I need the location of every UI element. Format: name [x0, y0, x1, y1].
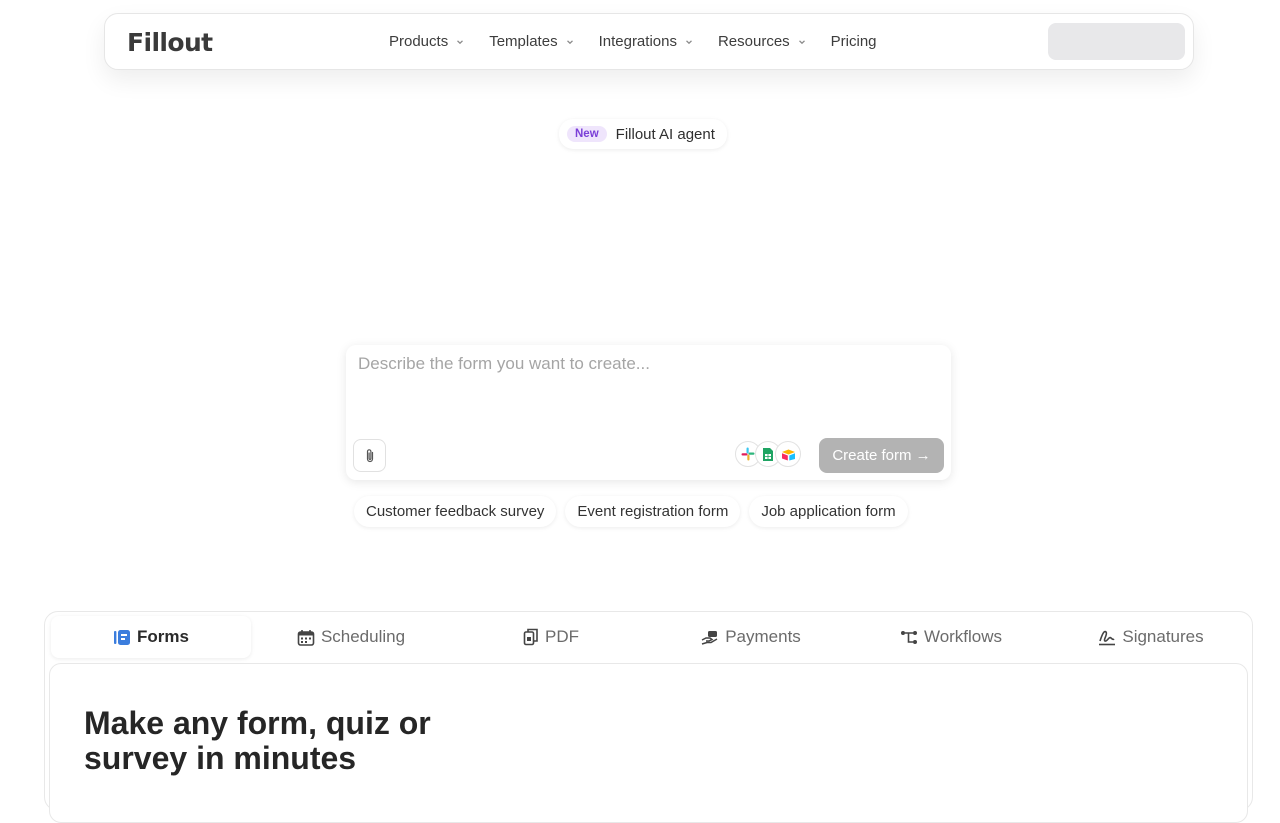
ai-prompt-box: Create form → [346, 345, 951, 480]
suggestion-chip[interactable]: Event registration form [565, 496, 741, 527]
nav-menu: Products Templates Integrations Resource… [389, 33, 901, 50]
attach-file-button[interactable] [353, 439, 386, 472]
tab-forms[interactable]: Forms [51, 616, 251, 658]
airtable-icon [775, 441, 801, 467]
nav-item-products[interactable]: Products [389, 33, 465, 50]
nav-item-label: Pricing [830, 33, 877, 50]
tab-label: Workflows [923, 627, 1003, 646]
tab-signatures[interactable]: Signatures [1051, 616, 1251, 658]
fillout-logo[interactable]: Fillout [127, 28, 213, 57]
chevron-down-icon [686, 39, 692, 44]
tab-pdf[interactable]: PDF [451, 616, 651, 658]
suggestion-chips: Customer feedback survey Event registrat… [354, 496, 908, 527]
top-navigation: Fillout Products Templates Integrations … [104, 13, 1194, 70]
feature-headline: Make any form, quiz or survey in minutes [84, 705, 431, 776]
nav-cta-button-placeholder[interactable] [1048, 23, 1185, 60]
nav-item-resources[interactable]: Resources [718, 33, 807, 50]
tab-scheduling[interactable]: Scheduling [251, 616, 451, 658]
announcement-badge[interactable]: New Fillout AI agent [559, 119, 727, 149]
chevron-down-icon [566, 39, 573, 44]
create-form-button[interactable]: Create form → [819, 438, 944, 473]
paperclip-icon [366, 448, 373, 462]
tab-label: Scheduling [320, 627, 406, 646]
new-tag: New [567, 126, 607, 142]
chevron-down-icon [798, 39, 805, 44]
nav-item-templates[interactable]: Templates [489, 33, 574, 50]
nav-item-integrations[interactable]: Integrations [599, 33, 694, 50]
tab-label: PDF [545, 627, 579, 646]
nav-item-label: Templates [489, 33, 558, 50]
forms-icon [114, 629, 131, 645]
tab-label: Forms [137, 627, 189, 646]
tab-payments[interactable]: Payments [651, 616, 851, 658]
tab-label: Signatures [1122, 627, 1204, 646]
pdf-icon [523, 628, 538, 646]
payments-icon [701, 630, 718, 645]
nav-item-label: Products [389, 33, 449, 50]
product-panel: Forms Scheduling PDF Payments Workflows … [44, 611, 1253, 823]
tab-label: Payments [725, 627, 801, 646]
workflows-icon [900, 630, 917, 644]
tab-workflows[interactable]: Workflows [851, 616, 1051, 658]
feature-content: Make any form, quiz or survey in minutes [49, 663, 1248, 823]
nav-item-label: Resources [717, 33, 790, 50]
signature-icon [1099, 630, 1116, 645]
suggestion-chip[interactable]: Customer feedback survey [354, 496, 557, 527]
product-tabs: Forms Scheduling PDF Payments Workflows … [51, 616, 1246, 660]
form-description-input[interactable] [346, 345, 951, 425]
suggestion-chip[interactable]: Job application form [749, 496, 908, 527]
nav-item-pricing[interactable]: Pricing [831, 33, 877, 50]
nav-item-label: Integrations [598, 33, 677, 50]
announcement-text: Fillout AI agent [615, 125, 715, 143]
chevron-down-icon [457, 39, 464, 44]
integration-icons [735, 441, 801, 467]
calendar-icon [297, 629, 315, 646]
